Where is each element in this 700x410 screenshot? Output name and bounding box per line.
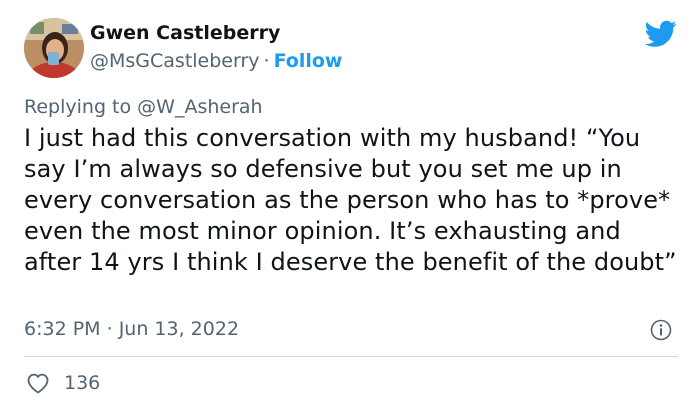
tweet-text: I just had this conversation with my hus… xyxy=(24,124,677,276)
info-icon[interactable] xyxy=(650,319,672,341)
author-handle-row: @MsGCastleberry · Follow xyxy=(90,50,342,72)
author-handle[interactable]: @MsGCastleberry xyxy=(90,50,260,72)
twitter-bird-icon[interactable] xyxy=(644,20,677,48)
separator-dot: · xyxy=(263,50,270,72)
author-name[interactable]: Gwen Castleberry xyxy=(90,22,280,44)
replying-to-mention[interactable]: @W_Asherah xyxy=(137,96,262,118)
replying-to-label: Replying to xyxy=(24,96,132,118)
timestamp-separator: · xyxy=(106,318,113,340)
tweet-date: Jun 13, 2022 xyxy=(118,318,240,340)
follow-button[interactable]: Follow xyxy=(274,50,343,72)
tweet-time: 6:32 PM xyxy=(24,318,101,340)
tweet-timestamp[interactable]: 6:32 PM · Jun 13, 2022 xyxy=(24,318,239,340)
replying-to: Replying to @W_Asherah xyxy=(24,96,263,118)
like-count: 136 xyxy=(64,372,101,394)
avatar[interactable] xyxy=(24,18,84,78)
divider xyxy=(24,356,678,357)
heart-icon[interactable] xyxy=(26,372,50,394)
tweet-card: Gwen Castleberry @MsGCastleberry · Follow … xyxy=(0,0,700,410)
